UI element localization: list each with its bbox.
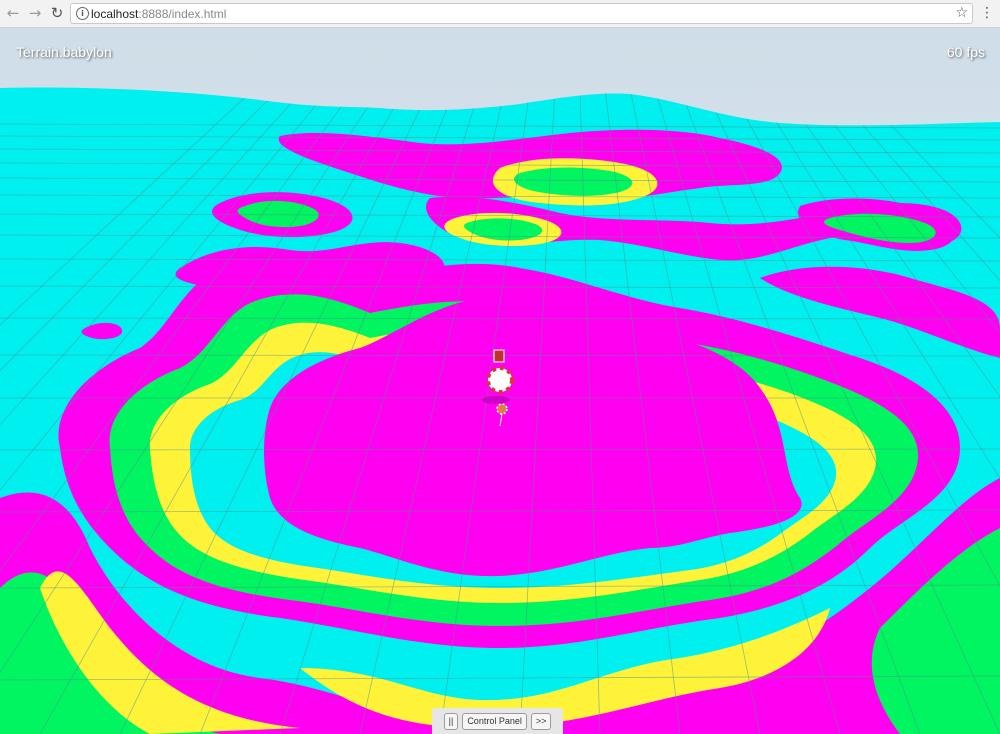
pause-button[interactable]: || — [443, 712, 459, 730]
next-button[interactable]: >> — [530, 712, 552, 730]
small-checkered-sphere — [496, 403, 508, 415]
fps-counter: 60 fps — [946, 44, 985, 60]
forward-arrow-icon[interactable]: → — [26, 4, 44, 22]
star-icon[interactable]: ☆ — [955, 5, 968, 21]
kebab-menu-icon[interactable]: ⋮ — [980, 4, 994, 22]
url-path: :8888/index.html — [138, 7, 227, 21]
scene-title: Terrain.babylon — [16, 44, 112, 60]
url-host: localhost — [91, 7, 139, 21]
render-canvas[interactable]: Terrain.babylon 60 fps || Control Panel … — [0, 28, 1000, 734]
checkered-box — [493, 349, 505, 363]
terrain-scene[interactable] — [0, 28, 1000, 734]
control-panel-button[interactable]: Control Panel — [462, 712, 527, 730]
control-bar: || Control Panel >> — [432, 708, 563, 734]
url-text[interactable]: localhost:8888/index.html — [91, 7, 226, 21]
info-icon[interactable]: i — [76, 7, 89, 20]
back-arrow-icon[interactable]: ← — [4, 4, 22, 22]
checkered-sphere-shadow — [482, 396, 510, 404]
browser-toolbar: ← → ↻ i localhost:8888/index.html ☆ ⋮ — [0, 0, 1000, 28]
address-bar[interactable]: i localhost:8888/index.html ☆ — [70, 3, 973, 24]
checkered-sphere — [486, 366, 514, 394]
reload-icon[interactable]: ↻ — [48, 4, 66, 22]
